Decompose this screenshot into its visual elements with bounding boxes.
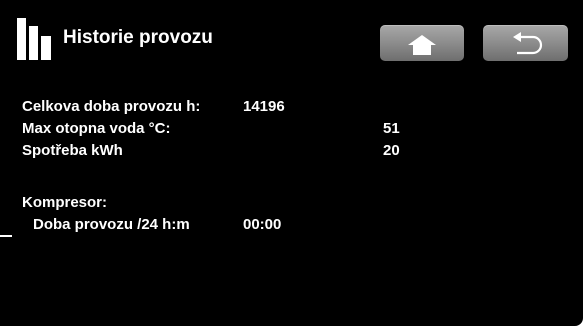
operation-history-panel: Celkova doba provozu h: 14196 Max otopna…	[0, 0, 583, 326]
max-heating-water-label: Max otopna voda °C:	[22, 120, 171, 137]
compressor-runtime-label: Doba provozu /24 h:m	[33, 216, 190, 233]
total-runtime-label: Celkova doba provozu h:	[22, 98, 201, 115]
compressor-heading: Kompresor:	[22, 194, 108, 211]
edge-marker	[0, 235, 12, 237]
total-runtime-value: 14196	[243, 98, 285, 115]
consumption-label: Spotřeba kWh	[22, 142, 123, 159]
consumption-value: 20	[383, 142, 400, 159]
max-heating-water-value: 51	[383, 120, 400, 137]
display-screen: Historie provozu Celkova doba provozu h:…	[0, 0, 583, 326]
compressor-runtime-value: 00:00	[243, 216, 282, 233]
